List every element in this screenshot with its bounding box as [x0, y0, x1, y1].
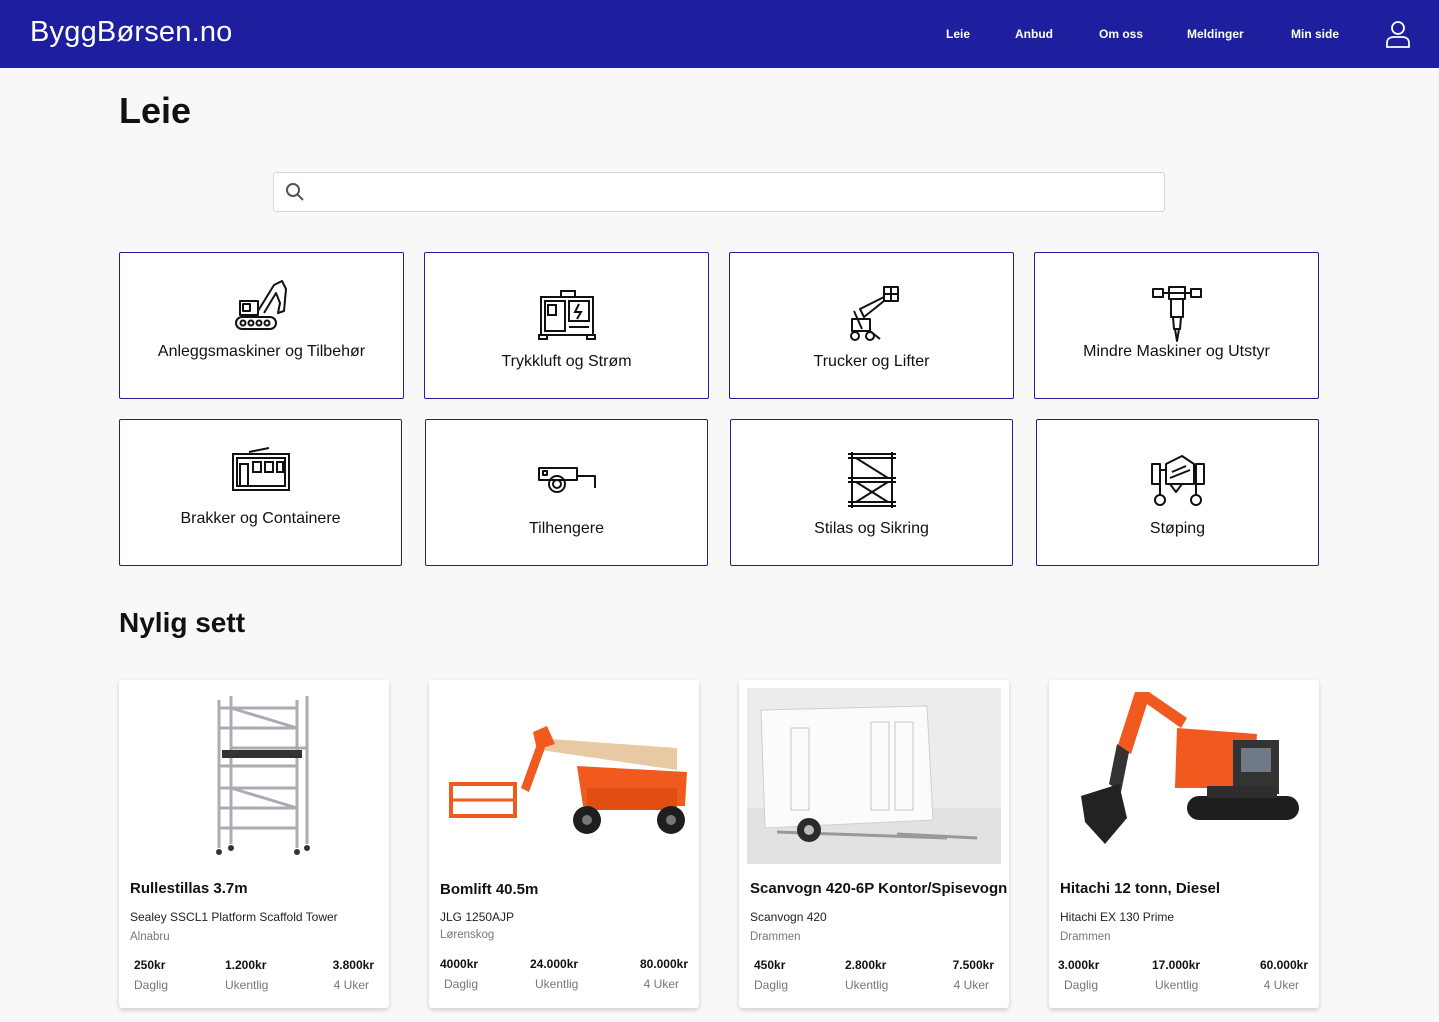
price-weekly-label: Ukentlig: [1155, 978, 1199, 992]
listing-image-boom-lift: [437, 688, 691, 864]
category-label: Tilhengere: [528, 520, 604, 537]
scaffold-icon: [847, 452, 896, 508]
category-label: Mindre Maskiner og Utstyr: [1083, 343, 1270, 360]
listing-image-scaffold-tower: [127, 688, 381, 864]
price-daily: 250kr: [134, 958, 166, 972]
category-trykkluft[interactable]: Trykkluft og Strøm: [424, 252, 709, 399]
excavator-icon: [234, 280, 287, 330]
price-daily: 450kr: [754, 958, 786, 972]
category-tilhengere[interactable]: Tilhengere: [425, 419, 708, 566]
price-weekly: 17.000kr: [1152, 958, 1201, 972]
category-label: Støping: [1149, 520, 1206, 537]
listing-card[interactable]: Rullestillas 3.7m Sealey SSCL1 Platform …: [119, 680, 389, 1008]
listing-model: JLG 1250AJP: [440, 910, 515, 924]
listing-model: Hitachi EX 130 Prime: [1060, 910, 1175, 924]
category-anleggsmaskiner[interactable]: Anleggsmaskiner og Tilbehør: [119, 252, 404, 399]
site-logo[interactable]: ByggBørsen.no: [30, 16, 233, 49]
listing-image-excavator: [1057, 688, 1311, 864]
price-4-weeks-label: 4 Uker: [1263, 978, 1299, 992]
price-4-weeks: 80.000kr: [639, 957, 688, 971]
price-weekly-label: Ukentlig: [225, 978, 269, 992]
price-weekly: 1.200kr: [225, 958, 267, 972]
listing-title: Bomlift 40.5m: [440, 881, 539, 898]
category-brakker[interactable]: Brakker og Containere: [119, 419, 402, 566]
search-bar[interactable]: [273, 172, 1165, 212]
price-weekly-label: Ukentlig: [535, 977, 579, 991]
category-label: Stilas og Sikring: [814, 520, 929, 537]
listing-card[interactable]: Hitachi 12 tonn, Diesel Hitachi EX 130 P…: [1049, 680, 1319, 1008]
listing-image-site-trailer: [747, 688, 1001, 864]
listing-model: Sealey SSCL1 Platform Scaffold Tower: [130, 910, 338, 924]
category-label: Anleggsmaskiner og Tilbehør: [157, 343, 366, 360]
nav-leie[interactable]: Leie: [946, 27, 970, 41]
cement-mixer-icon: [1150, 455, 1205, 506]
listing-location: Drammen: [1060, 931, 1111, 943]
price-daily-label: Daglig: [134, 978, 169, 992]
price-4-weeks: 3.800kr: [332, 958, 374, 972]
category-label: Brakker og Containere: [180, 510, 341, 527]
price-daily-label: Daglig: [1064, 978, 1099, 992]
listing-location: Drammen: [750, 931, 801, 943]
top-navigation-bar: ByggBørsen.no Leie Anbud Om oss Meldinge…: [0, 0, 1439, 68]
page-title: Leie: [119, 90, 192, 131]
nav-om-oss[interactable]: Om oss: [1099, 27, 1143, 41]
category-stoping[interactable]: Støping: [1036, 419, 1319, 566]
nav-min-side[interactable]: Min side: [1291, 27, 1339, 41]
price-daily: 3.000kr: [1058, 958, 1100, 972]
price-4-weeks-label: 4 Uker: [953, 978, 989, 992]
price-daily-label: Daglig: [444, 977, 479, 991]
price-4-weeks-label: 4 Uker: [643, 977, 679, 991]
nav-meldinger[interactable]: Meldinger: [1187, 27, 1244, 41]
price-daily: 4000kr: [440, 957, 479, 971]
listing-card[interactable]: Scanvogn 420-6P Kontor/Spisevogn Scanvog…: [739, 680, 1009, 1008]
recently-viewed-title: Nylig sett: [119, 607, 246, 638]
trailer-icon: [537, 467, 596, 493]
price-4-weeks: 7.500kr: [952, 958, 994, 972]
price-4-weeks-label: 4 Uker: [333, 978, 369, 992]
category-mindre-maskiner[interactable]: Mindre Maskiner og Utstyr: [1034, 252, 1319, 399]
listing-model: Scanvogn 420: [750, 910, 827, 924]
generator-icon: [537, 290, 596, 340]
category-label: Trykkluft og Strøm: [501, 353, 632, 370]
price-4-weeks: 60.000kr: [1259, 958, 1308, 972]
lift-icon: [849, 286, 899, 341]
price-weekly-label: Ukentlig: [845, 978, 889, 992]
nav-anbud[interactable]: Anbud: [1015, 27, 1053, 41]
user-icon[interactable]: [1384, 20, 1412, 48]
price-weekly: 2.800kr: [845, 958, 887, 972]
search-input[interactable]: [314, 177, 1154, 207]
listing-card[interactable]: Bomlift 40.5m JLG 1250AJP Lørenskog 4000…: [429, 680, 699, 1008]
category-trucker-lifter[interactable]: Trucker og Lifter: [729, 252, 1014, 399]
listing-title: Scanvogn 420-6P Kontor/Spisevogn: [750, 880, 1008, 897]
container-icon: [231, 447, 290, 491]
listing-title: Rullestillas 3.7m: [130, 880, 248, 897]
listing-location: Lørenskog: [440, 929, 495, 941]
price-daily-label: Daglig: [754, 978, 789, 992]
listing-location: Alnabru: [130, 931, 170, 943]
category-label: Trucker og Lifter: [813, 353, 930, 370]
price-weekly: 24.000kr: [530, 957, 579, 971]
listing-title: Hitachi 12 tonn, Diesel: [1060, 880, 1221, 897]
category-stilas[interactable]: Stilas og Sikring: [730, 419, 1013, 566]
jackhammer-icon: [1151, 286, 1202, 342]
search-icon: [286, 183, 304, 201]
